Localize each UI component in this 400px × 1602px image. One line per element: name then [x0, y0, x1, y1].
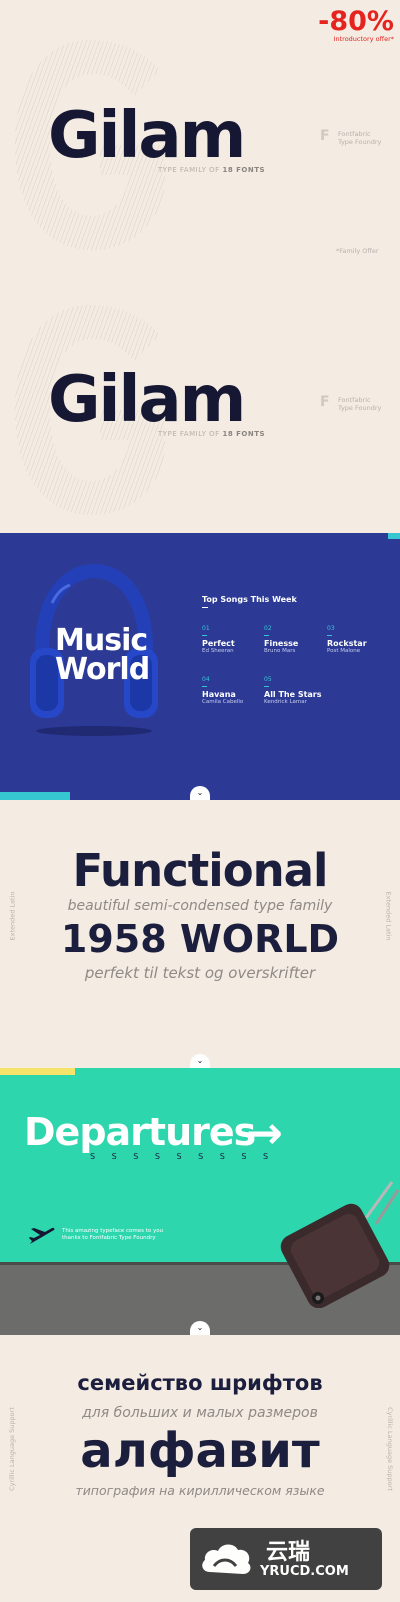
side-label-right: Extended Latin	[384, 891, 393, 941]
watermark-url: YRUCD.COM	[260, 1564, 349, 1579]
foundry-line1: Fontfabric	[338, 130, 371, 138]
song-num: 01	[202, 625, 210, 632]
song-artist: Ed Sheeran	[202, 648, 234, 654]
cyrillic-subtitle: для больших и малых размеров	[82, 1405, 318, 1421]
cyrillic-big-text: алфавит	[80, 1423, 320, 1479]
song-item[interactable]: 05 All The Stars Kendrick Lamar	[264, 676, 322, 705]
music-title-line1: Music	[55, 623, 148, 658]
gilam-title-2: Gilam	[48, 363, 246, 437]
gilam-subtitle-count: 18 FONTS	[222, 166, 266, 174]
functional-tagline: perfekt til tekst og overskrifter	[84, 964, 316, 982]
song-dash	[327, 635, 332, 636]
song-item[interactable]: 03 Rockstar Post Malone	[327, 625, 367, 654]
gilam-cover-section: Gilam TYPE FAMILY OF 18 FONTS F Fontfabr…	[0, 0, 400, 533]
watermark-name: 云瑞	[266, 1540, 311, 1565]
song-artist: Bruno Mars	[264, 648, 296, 654]
cyrillic-tagline: типография на кириллическом языке	[75, 1483, 325, 1498]
functional-subtitle: beautiful semi-condensed type family	[67, 898, 333, 914]
chevron-down-icon: ⌄	[196, 1056, 204, 1065]
gilam-subtitle-prefix: TYPE FAMILY OF	[158, 166, 220, 174]
cyrillic-title: семейство шрифтов	[77, 1371, 323, 1395]
scroll-down-button[interactable]: ⌄	[190, 1321, 210, 1335]
heading-dash	[202, 607, 208, 608]
page: Gilam TYPE FAMILY OF 18 FONTS F Fontfabr…	[0, 0, 400, 1602]
fontfabric-logo-icon: F	[320, 128, 330, 144]
foundry-line2: Type Foundry	[338, 138, 382, 146]
cyrillic-side-label-right: Cyrillic Language Support	[385, 1407, 394, 1491]
departures-title: Departures	[24, 1110, 256, 1154]
song-num: 03	[327, 625, 335, 632]
music-title-line2: World	[55, 652, 150, 687]
cyan-accent-bar-top	[388, 533, 400, 539]
foundry-line2-2: Type Foundry	[338, 404, 382, 412]
song-num: 02	[264, 625, 272, 632]
gilam-subtitle-1: TYPE FAMILY OF 18 FONTS	[158, 166, 265, 174]
s-weights-row: S S S S S S S S S	[90, 1152, 276, 1161]
functional-section: Functional beautiful semi-condensed type…	[0, 800, 400, 1068]
cyrillic-side-label-left: Cyrillic Language Support	[7, 1407, 16, 1491]
gilam-subtitle-prefix-2: TYPE FAMILY OF	[158, 430, 220, 438]
song-dash	[202, 635, 207, 636]
gilam-subtitle-2: TYPE FAMILY OF 18 FONTS	[158, 430, 265, 438]
song-dash	[264, 635, 269, 636]
song-title: Rockstar	[327, 639, 367, 648]
music-world-title: Music World	[55, 623, 150, 687]
chevron-down-icon: ⌄	[196, 1323, 204, 1332]
cloud-logo-icon	[202, 1544, 251, 1574]
scroll-down-button[interactable]: ⌄	[190, 786, 210, 800]
promo-note: Introductory offer*	[333, 35, 394, 43]
departures-note: This amazing typeface comes to you thank…	[62, 1228, 163, 1242]
side-label-left: Extended Latin	[8, 891, 17, 941]
watermark-badge: 云瑞 YRUCD.COM	[190, 1528, 382, 1590]
song-num: 05	[264, 676, 272, 683]
song-title: All The Stars	[264, 690, 322, 699]
departures-section: Departures → S S S S S S S S S This amaz…	[0, 1068, 400, 1335]
foundry-text-2: Fontfabric Type Foundry	[338, 396, 381, 412]
functional-big-text: 1958 WORLD	[60, 917, 340, 961]
song-item[interactable]: 01 Perfect Ed Sheeran	[202, 625, 235, 654]
family-offer-note: *Family Offer	[336, 247, 379, 255]
song-title: Perfect	[202, 639, 235, 648]
promo-badge: -80% Introductory offer*	[290, 8, 394, 43]
song-item[interactable]: 04 Havana Camila Cabello	[202, 676, 243, 705]
song-item[interactable]: 02 Finesse Bruno Mars	[264, 625, 298, 654]
functional-title: Functional	[72, 844, 329, 897]
gilam-title-1: Gilam	[48, 99, 246, 173]
arrow-right-icon: →	[246, 1108, 283, 1159]
top-songs-heading: Top Songs This Week	[202, 595, 297, 604]
song-num: 04	[202, 676, 210, 683]
song-dash	[264, 686, 269, 687]
chevron-down-icon: ⌄	[196, 788, 204, 797]
fontfabric-logo-icon: F	[320, 394, 330, 410]
cyan-accent-bar-bottom	[0, 792, 70, 800]
song-artist: Post Malone	[327, 648, 361, 654]
foundry-line1-2: Fontfabric	[338, 396, 371, 404]
foundry-text: Fontfabric Type Foundry	[338, 130, 381, 146]
suitcase-image	[280, 1181, 400, 1308]
note-line2: thanks to Fontfabric Type Foundry	[62, 1235, 156, 1241]
song-artist: Kendrick Lamar	[264, 699, 307, 705]
music-world-section: Music World Top Songs This Week 01 Perfe…	[0, 533, 400, 800]
gilam-subtitle-count-2: 18 FONTS	[222, 430, 266, 438]
song-title: Finesse	[264, 639, 299, 648]
note-line1: This amazing typeface comes to you	[62, 1228, 164, 1234]
song-dash	[202, 686, 207, 687]
song-title: Havana	[202, 690, 236, 699]
promo-discount: -80%	[318, 6, 394, 37]
airplane-icon	[29, 1227, 55, 1244]
song-artist: Camila Cabello	[202, 699, 244, 705]
yellow-accent-bar-top	[0, 1068, 75, 1075]
scroll-down-button[interactable]: ⌄	[190, 1054, 210, 1068]
